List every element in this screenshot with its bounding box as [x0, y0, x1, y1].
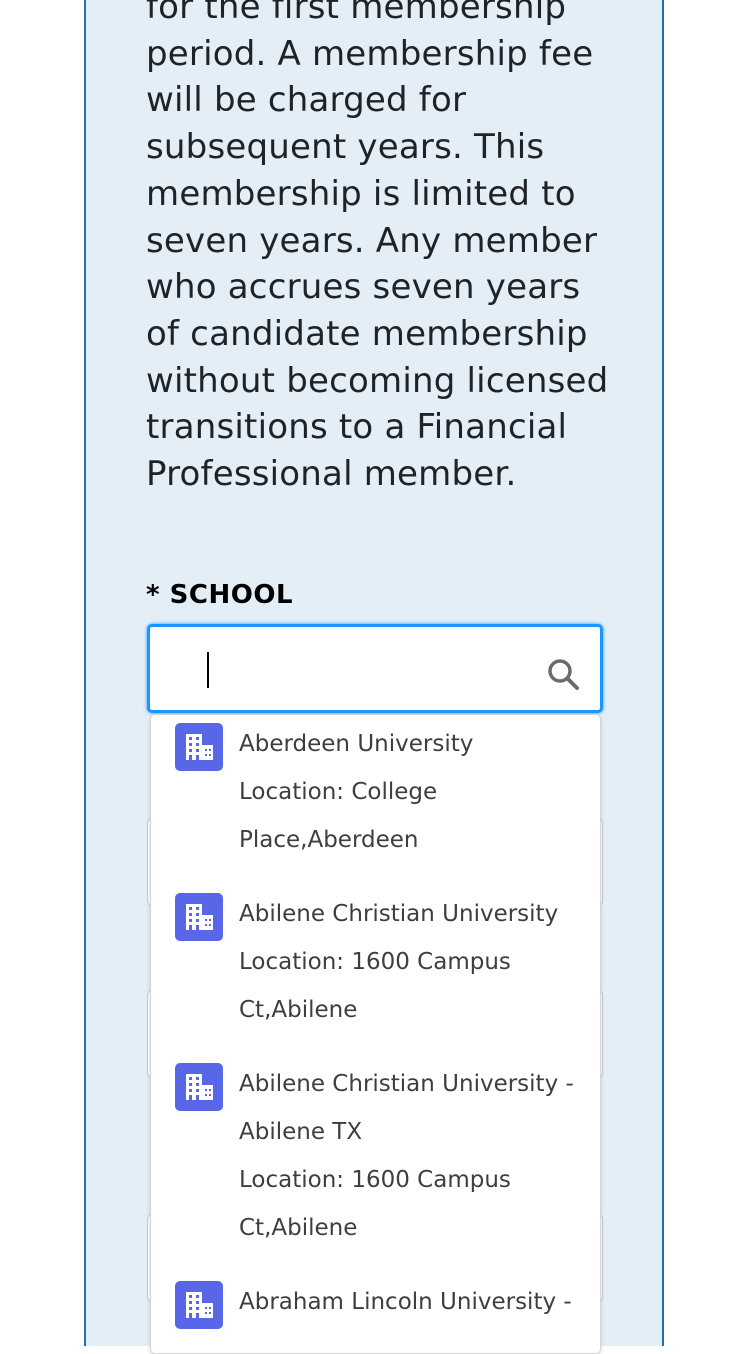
option-name: Abilene Christian University - Abilene T… [239, 1071, 574, 1145]
option-name: Abilene Christian University [239, 901, 559, 927]
option-name: Abraham Lincoln University - [239, 1289, 572, 1315]
membership-description: for the first membership period. A membe… [146, 0, 609, 495]
text-caret [207, 652, 209, 688]
school-search-input[interactable] [147, 624, 603, 713]
search-icon[interactable] [546, 657, 580, 691]
school-label: * SCHOOL [146, 580, 293, 610]
option-location: Location: College Place,Aberdeen [239, 779, 438, 853]
school-label-text: SCHOOL [169, 580, 294, 610]
option-location: Location: 1600 Campus Ct,Abilene [239, 949, 511, 1023]
required-marker: * [146, 580, 161, 610]
school-dropdown: Aberdeen University Location: College Pl… [150, 714, 601, 1354]
building-icon [175, 1281, 223, 1329]
building-icon [175, 1063, 223, 1111]
option-location: Location: 1600 Campus Ct,Abilene [239, 1167, 511, 1241]
building-icon [175, 723, 223, 771]
building-icon [175, 893, 223, 941]
option-name: Aberdeen University [239, 731, 474, 757]
